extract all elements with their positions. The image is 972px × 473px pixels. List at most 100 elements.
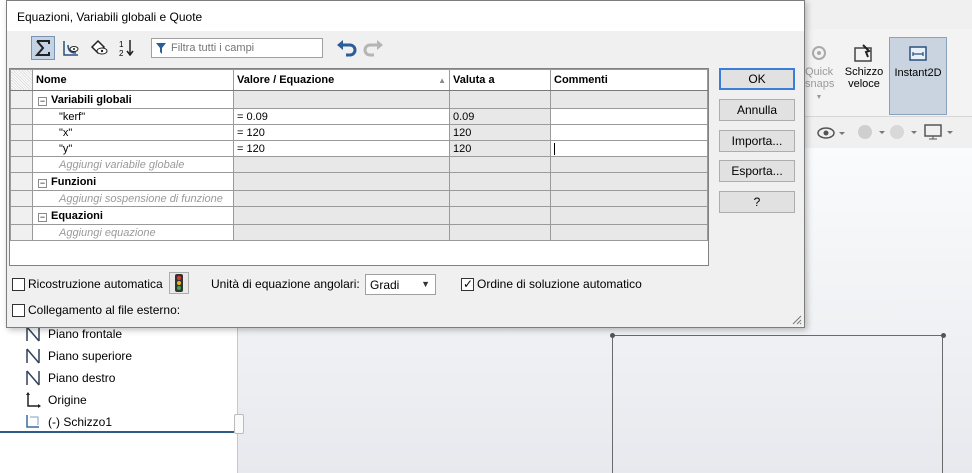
schizzo-veloce-button[interactable]: Schizzo veloce [840, 37, 888, 115]
auto-rebuild-checkbox[interactable]: Ricostruzione automatica [12, 277, 163, 291]
table-row: "x" = 120 120 [10, 124, 708, 141]
angular-units-select[interactable]: Gradi ▼ [365, 274, 436, 295]
rebuild-button[interactable] [169, 272, 189, 294]
quick-snaps-button[interactable]: Quick snaps ▼ [805, 37, 835, 115]
row-header[interactable] [10, 108, 33, 125]
filter-input[interactable] [171, 42, 311, 54]
ordered-view-button[interactable]: 12 [115, 36, 139, 60]
traffic-light-icon [175, 274, 183, 292]
collapse-icon[interactable]: − [38, 178, 47, 188]
column-header-valore[interactable]: Valore / Equazione ▲ [233, 69, 450, 91]
column-header-valuta[interactable]: Valuta a [449, 69, 551, 91]
checkbox-box[interactable] [12, 277, 25, 291]
auto-solve-order-label: Ordine di soluzione automatico [477, 277, 642, 291]
cancel-button[interactable]: Annulla [719, 99, 795, 121]
row-header[interactable] [10, 140, 33, 157]
equations-grid: Nome Valore / Equazione ▲ Valuta a Commen… [9, 68, 709, 266]
filter-funnel-icon [156, 42, 166, 54]
column-header-commenti[interactable]: Commenti [550, 69, 708, 91]
value-cell[interactable]: = 120 [233, 140, 450, 157]
external-link-checkbox[interactable]: Collegamento al file esterno: [12, 303, 180, 317]
row-header[interactable] [10, 190, 33, 207]
equation-view-button[interactable] [31, 36, 55, 60]
row-header[interactable] [10, 172, 33, 191]
tree-item-label: (-) Schizzo1 [48, 415, 113, 429]
grid-cell [233, 156, 450, 173]
sketch-rectangle[interactable] [612, 335, 943, 473]
comment-cell-active[interactable] [550, 140, 708, 157]
section-variabili-globali[interactable]: − Variabili globali [32, 90, 234, 109]
add-function-cell[interactable]: Aggiungi sospensione di funzione [32, 190, 234, 207]
grid-cell [233, 90, 450, 109]
undo-button[interactable] [334, 36, 358, 60]
section-row: − Equazioni [10, 206, 708, 225]
eye-icon[interactable] [817, 124, 857, 142]
collapse-icon[interactable]: − [38, 212, 47, 222]
row-header[interactable] [10, 206, 33, 225]
resize-grip-icon[interactable] [790, 313, 802, 325]
tree-item-schizzo1[interactable]: (-) Schizzo1 [24, 413, 112, 431]
schizzo-veloce-label: Schizzo veloce [844, 66, 884, 90]
help-button[interactable]: ? [719, 191, 795, 213]
chevron-down-icon: ▼ [421, 279, 430, 289]
grid-cell [550, 206, 708, 225]
instant2d-button[interactable]: Instant2D [889, 37, 947, 115]
grid-cell [550, 224, 708, 241]
row-header[interactable] [10, 90, 33, 109]
row-header[interactable] [10, 156, 33, 173]
appearance-icon[interactable] [855, 122, 925, 142]
row-header[interactable] [10, 224, 33, 241]
quick-snaps-icon [812, 46, 826, 60]
ok-button[interactable]: OK [719, 68, 795, 90]
tree-item-piano-destro[interactable]: Piano destro [24, 369, 115, 387]
variable-name-cell[interactable]: "x" [32, 124, 234, 141]
import-button[interactable]: Importa... [719, 130, 795, 152]
add-row: Aggiungi sospensione di funzione [10, 190, 708, 207]
grid-cell [449, 206, 551, 225]
add-global-variable-cell[interactable]: Aggiungi variabile globale [32, 156, 234, 173]
auto-solve-order-checkbox[interactable]: Ordine di soluzione automatico [461, 277, 642, 291]
variable-name-cell[interactable]: "kerf" [32, 108, 234, 125]
plane-icon [26, 370, 40, 386]
sketch-point[interactable] [610, 333, 615, 338]
tree-item-label: Piano destro [48, 371, 116, 385]
add-equation-cell[interactable]: Aggiungi equazione [32, 224, 234, 241]
quick-snaps-label: Quick snaps [805, 66, 835, 90]
grid-cell [233, 206, 450, 225]
redo-button[interactable] [362, 36, 386, 60]
section-funzioni[interactable]: − Funzioni [32, 172, 234, 191]
dimension-view-button[interactable] [59, 36, 83, 60]
filter-field[interactable] [151, 38, 323, 58]
dialog-titlebar[interactable]: Equazioni, Variabili globali e Quote [7, 1, 804, 31]
equations-view-button[interactable] [87, 36, 111, 60]
panel-splitter-handle[interactable] [234, 414, 244, 434]
section-label: Variabili globali [51, 93, 132, 106]
section-label: Equazioni [51, 209, 103, 222]
comment-cell[interactable] [550, 108, 708, 125]
variable-name-cell[interactable]: "y" [32, 140, 234, 157]
grid-cell [449, 190, 551, 207]
section-row: − Variabili globali [10, 90, 708, 109]
instant2d-label: Instant2D [894, 67, 942, 79]
dimension-view-icon [63, 41, 79, 56]
tree-item-piano-superiore[interactable]: Piano superiore [24, 347, 132, 365]
collapse-icon[interactable]: − [38, 96, 47, 106]
tree-item-origine[interactable]: Origine [24, 391, 87, 409]
tree-rollback-bar[interactable] [0, 431, 234, 433]
column-header-nome[interactable]: Nome [32, 69, 234, 91]
sketch-point[interactable] [941, 333, 946, 338]
checkbox-box[interactable] [12, 303, 25, 317]
grid-cell [449, 172, 551, 191]
chevron-down-icon: ▼ [815, 94, 823, 101]
grid-cell [449, 156, 551, 173]
view-toolbar [805, 118, 972, 148]
export-button[interactable]: Esporta... [719, 160, 795, 182]
checkbox-box[interactable] [461, 277, 474, 291]
comment-cell[interactable] [550, 124, 708, 141]
grid-corner[interactable] [10, 69, 33, 91]
value-cell[interactable]: = 0.09 [233, 108, 450, 125]
display-monitor-icon[interactable] [923, 123, 959, 141]
row-header[interactable] [10, 124, 33, 141]
value-cell[interactable]: = 120 [233, 124, 450, 141]
section-equazioni[interactable]: − Equazioni [32, 206, 234, 225]
